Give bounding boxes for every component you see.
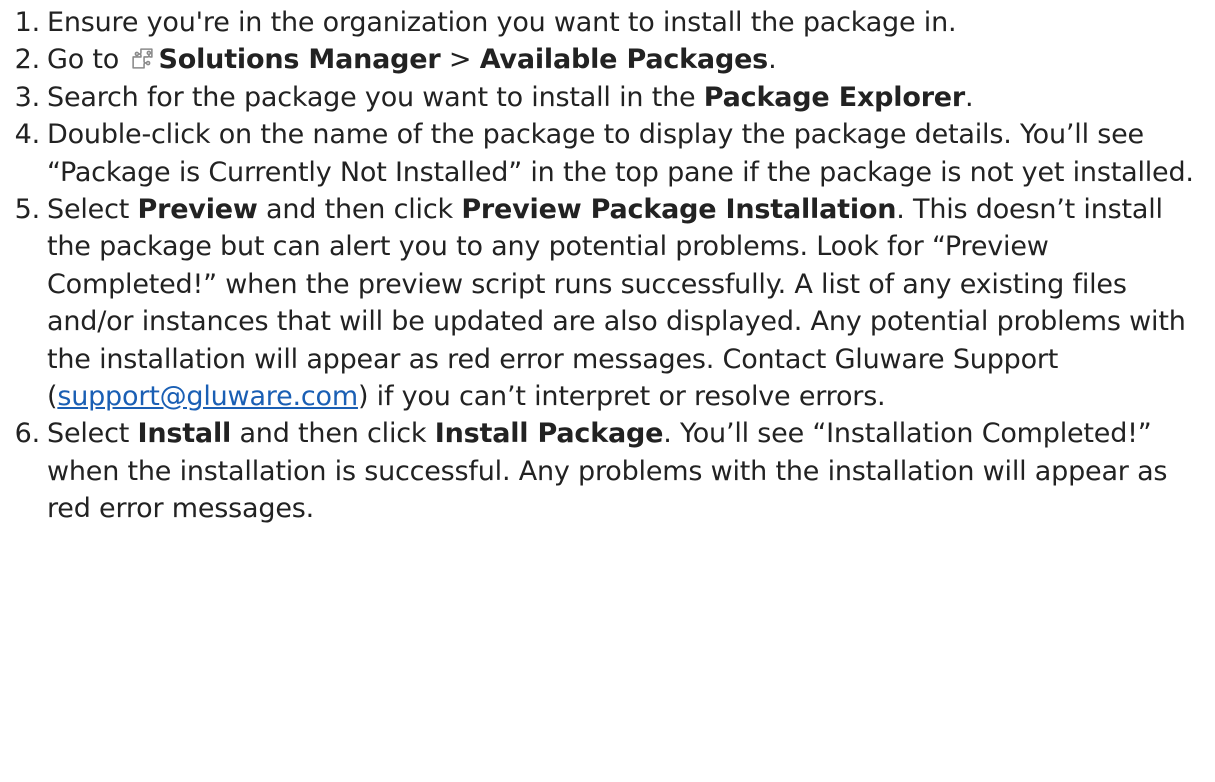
solutions-manager-label: Solutions Manager — [158, 44, 441, 76]
preview-label: Preview — [137, 194, 258, 226]
step-text: Double-click on the name of the package … — [47, 116, 1215, 191]
step-5: 5. Select Preview and then click Preview… — [0, 191, 1215, 415]
available-packages-label: Available Packages — [479, 44, 769, 76]
step-text-segment: Select — [47, 194, 138, 226]
step-text-segment: . — [768, 44, 777, 76]
step-text-segment: Search for the package you want to insta… — [47, 81, 704, 113]
step-text-segment: Double-click on the name of the package … — [47, 119, 1194, 188]
package-explorer-label: Package Explorer — [703, 81, 966, 113]
step-text: Search for the package you want to insta… — [47, 79, 1215, 116]
step-1: 1. Ensure you're in the organization you… — [0, 4, 1215, 41]
step-text: Go to Solutions Manager > Available Pack… — [47, 41, 1215, 78]
step-text-segment: . — [965, 81, 974, 113]
support-email-link[interactable]: support@gluware.com — [57, 381, 358, 412]
step-number: 5. — [14, 194, 41, 226]
step-text-segment: Go to — [47, 44, 120, 76]
step-text-segment: . This doesn’t install the package but c… — [47, 194, 1186, 413]
step-number: 6. — [14, 418, 41, 450]
step-text: Select Install and then click Install Pa… — [47, 415, 1215, 527]
puzzle-piece-icon — [130, 44, 155, 70]
step-number: 3. — [14, 81, 41, 113]
installation-steps-list: 1. Ensure you're in the organization you… — [0, 0, 1215, 528]
preview-package-installation-label: Preview Package Installation — [461, 194, 897, 226]
install-package-label: Install Package — [434, 418, 664, 450]
step-number: 2. — [14, 44, 41, 76]
step-number: 4. — [14, 119, 41, 151]
step-text-segment: Ensure you're in the organization you wa… — [47, 7, 957, 38]
step-number: 1. — [14, 7, 41, 38]
step-text: Ensure you're in the organization you wa… — [47, 4, 1215, 41]
step-3: 3. Search for the package you want to in… — [0, 79, 1215, 116]
step-text-segment: Select — [47, 418, 138, 450]
step-text-segment: ) if you can’t interpret or resolve erro… — [357, 381, 886, 413]
step-2: 2. Go to Solutions Manager > Available P… — [0, 41, 1215, 78]
step-text-segment: and then click — [231, 418, 435, 450]
install-label: Install — [137, 418, 232, 450]
step-text-segment: > — [440, 44, 480, 76]
step-text: Select Preview and then click Preview Pa… — [47, 191, 1215, 415]
step-6: 6. Select Install and then click Install… — [0, 415, 1215, 527]
step-4: 4. Double-click on the name of the packa… — [0, 116, 1215, 191]
step-text-segment: and then click — [257, 194, 462, 226]
